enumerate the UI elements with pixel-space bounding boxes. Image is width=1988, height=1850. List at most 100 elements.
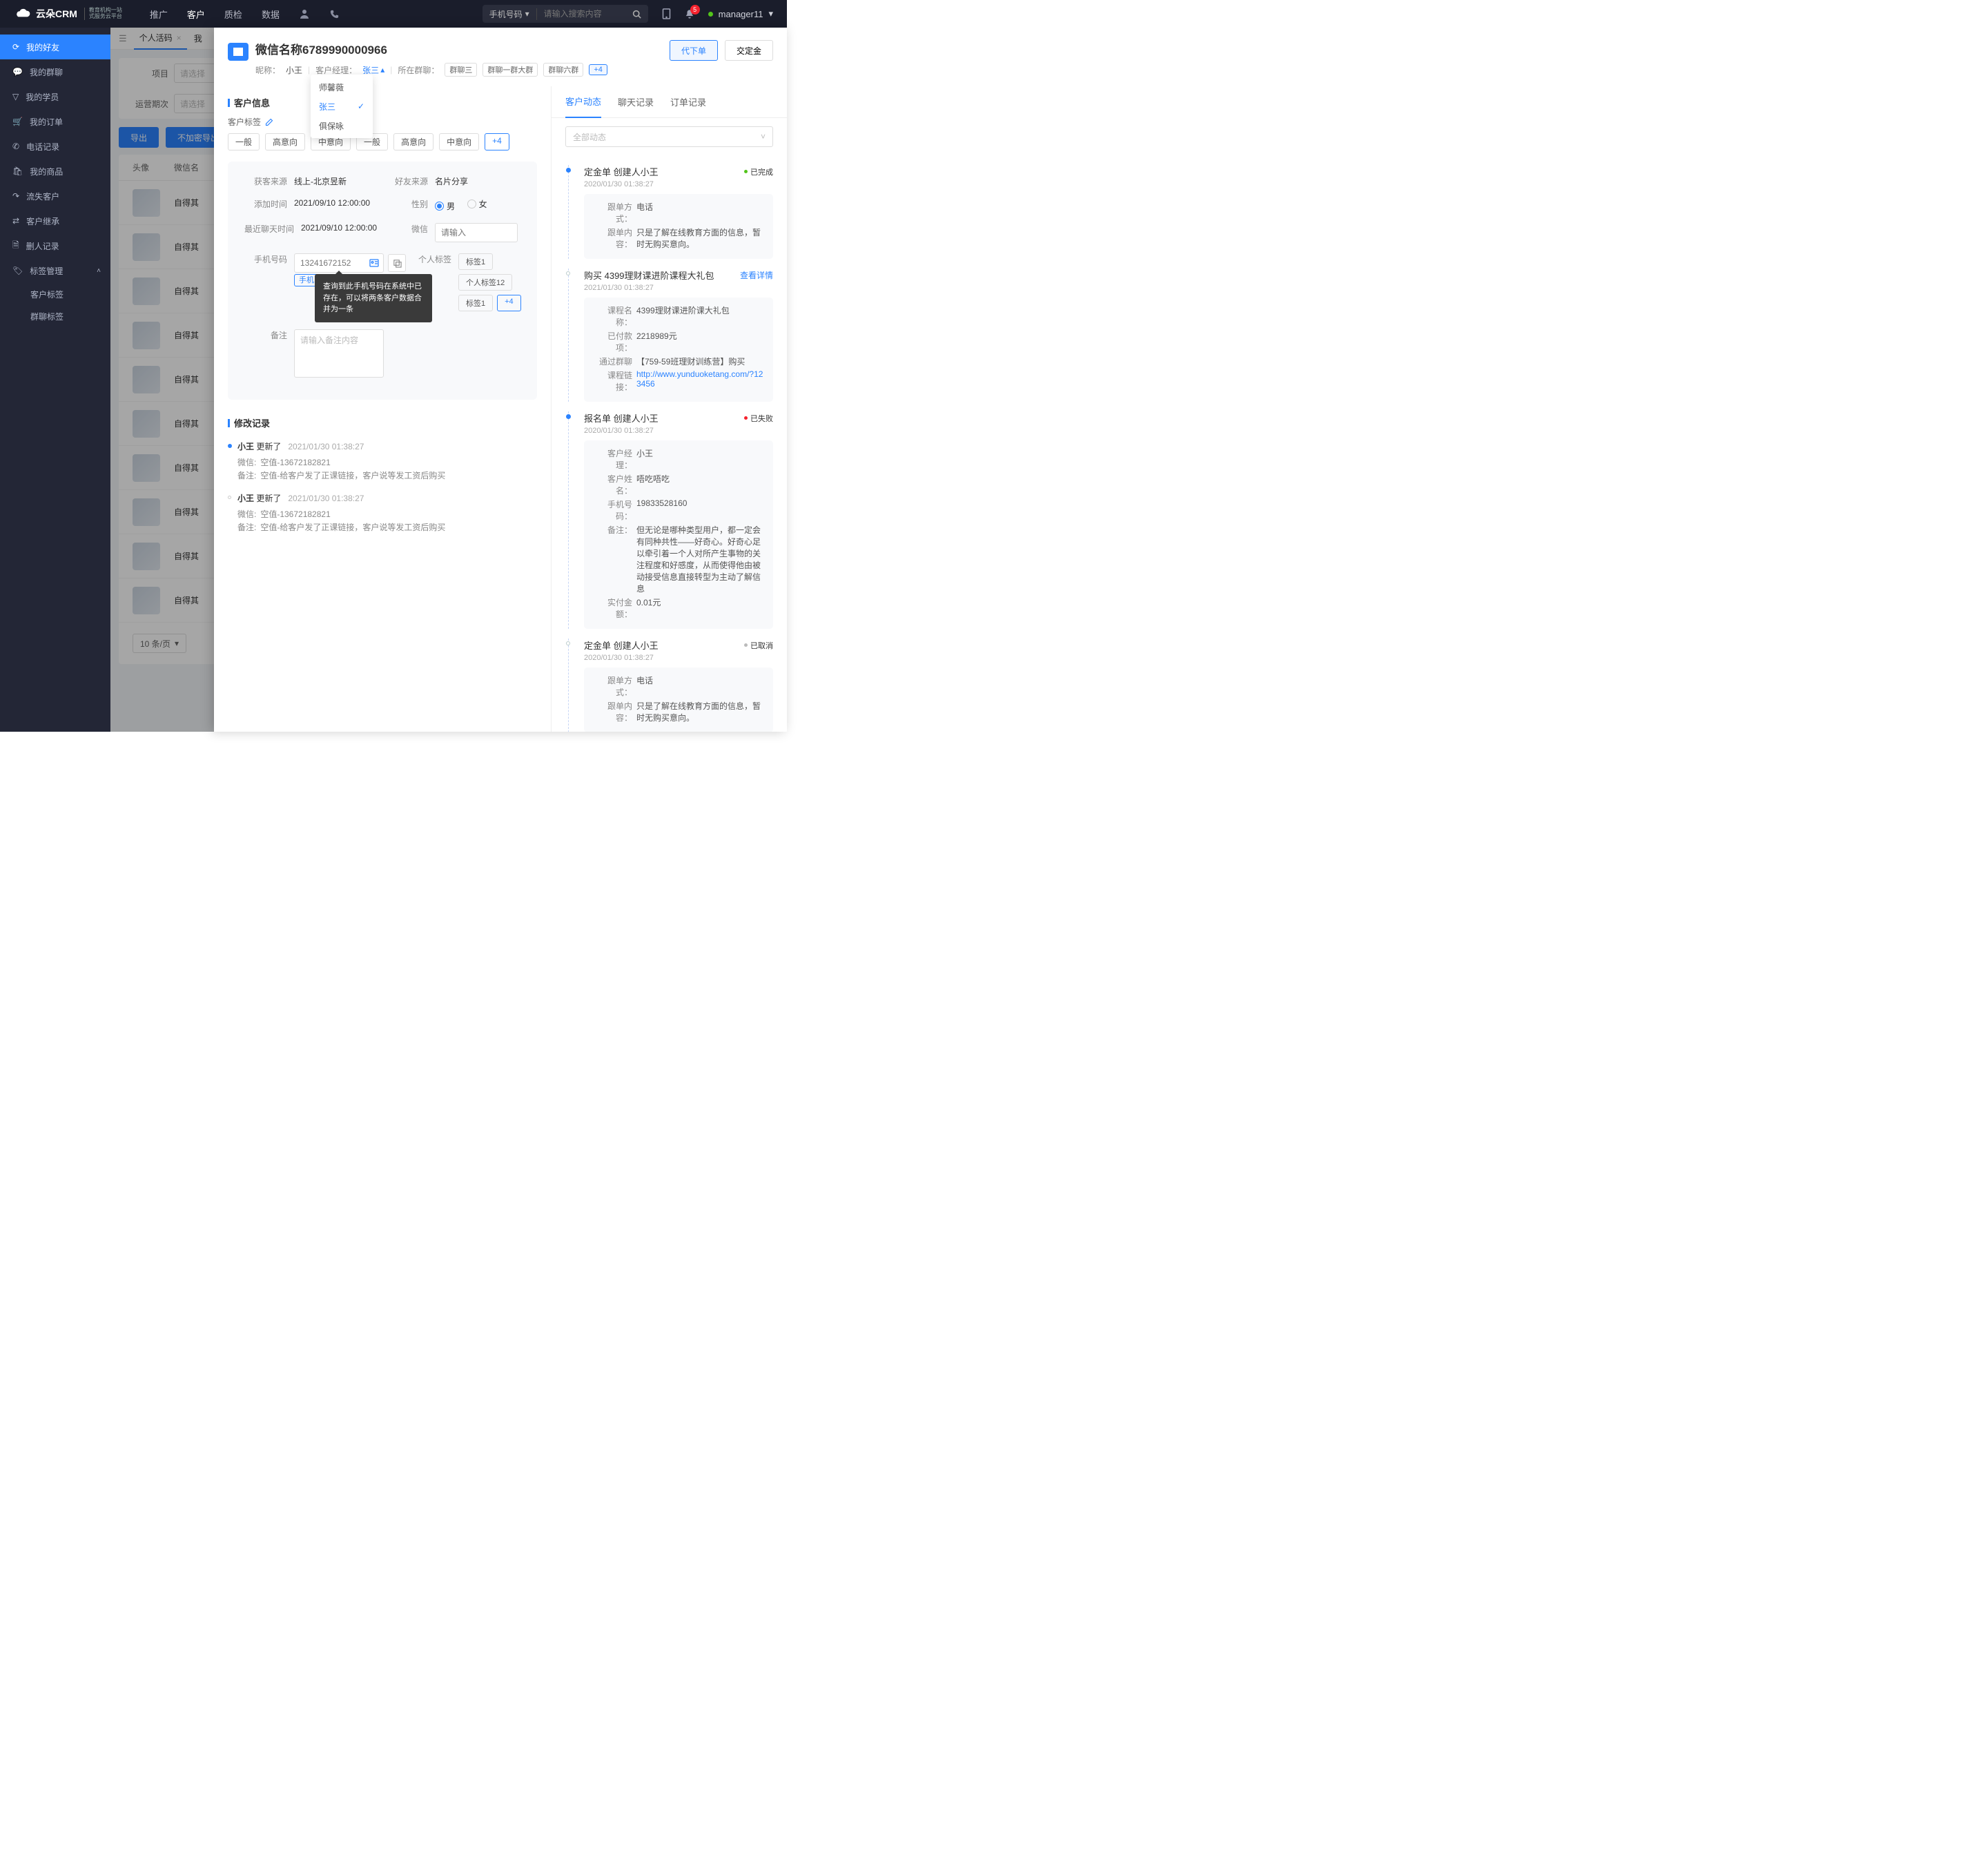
proxy-order-button[interactable]: 代下单: [670, 40, 718, 61]
edit-icon[interactable]: [265, 118, 273, 126]
user-menu[interactable]: manager11 ▾: [708, 8, 773, 19]
gender-female-radio[interactable]: 女: [467, 198, 487, 210]
sidebar-item-groups[interactable]: 💬我的群聊: [0, 59, 110, 84]
personal-tag-more[interactable]: +4: [497, 295, 521, 311]
timeline-item: 购买 4399理财课进阶课程大礼包查看详情2021/01/30 01:38:27…: [568, 269, 773, 402]
reload-icon: ⟳: [12, 42, 19, 52]
phone-number: 13241672152: [300, 258, 369, 268]
tab-chat[interactable]: 聊天记录: [618, 86, 654, 118]
logo[interactable]: 云朵CRM 教育机构一站式服务云平台: [14, 7, 122, 21]
customer-tag[interactable]: 高意向: [393, 133, 433, 150]
tab-activity[interactable]: 客户动态: [565, 86, 601, 118]
ptag-label: 个人标签: [406, 253, 451, 265]
deposit-button[interactable]: 交定金: [725, 40, 773, 61]
gender-male-radio[interactable]: 男: [435, 200, 455, 212]
manager-dropdown: 师馨薇 张三✓ 俱保咏: [311, 75, 373, 138]
personal-tag[interactable]: 标签1: [458, 253, 493, 270]
topbar: 云朵CRM 教育机构一站式服务云平台 推广 客户 质检 数据 手机号码▾ 5 m…: [0, 0, 787, 28]
phone-icon: ✆: [12, 142, 19, 151]
phone-label: 手机号码: [242, 253, 287, 265]
nav-qc[interactable]: 质检: [224, 8, 242, 21]
cust-tag-label: 客户标签: [228, 116, 261, 128]
nav-customer[interactable]: 客户: [187, 8, 205, 21]
tag-icon: 🏷: [12, 266, 23, 275]
group-more[interactable]: +4: [589, 64, 607, 75]
doc-icon: 🗎: [12, 239, 19, 253]
section-modrec: 修改记录: [234, 416, 270, 429]
friend-value: 名片分享: [435, 175, 468, 187]
gender-label: 性别: [382, 198, 428, 210]
timeline-dot-icon: [228, 444, 232, 448]
search-type-select[interactable]: 手机号码▾: [489, 8, 537, 20]
dropdown-option-selected[interactable]: 张三✓: [311, 97, 373, 116]
customer-tag-more[interactable]: +4: [485, 133, 509, 150]
check-icon: ✓: [358, 101, 364, 111]
mgr-select[interactable]: 张三 ▴: [362, 64, 384, 76]
personal-tag[interactable]: 个人标签12: [458, 274, 512, 291]
phone-merge-tooltip: 查询到此手机号码在系统中已存在，可以将两条客户数据合并为一条: [315, 274, 432, 322]
customer-tag[interactable]: 一般: [228, 133, 260, 150]
sidebar-sub-group-tags[interactable]: 群聊标签: [0, 305, 110, 327]
cart-icon: 🛒: [12, 117, 23, 126]
dropdown-option[interactable]: 俱保咏: [311, 116, 373, 135]
sidebar-item-inherit[interactable]: ⇄客户继承: [0, 208, 110, 233]
sidebar-item-lost[interactable]: ↷流失客户: [0, 184, 110, 208]
sidebar-item-orders[interactable]: 🛒我的订单: [0, 109, 110, 134]
wx-label: 微信: [382, 223, 428, 235]
timeline-dot-icon: [566, 168, 571, 173]
sidebar-item-calls[interactable]: ✆电话记录: [0, 134, 110, 159]
group-label: 所在群聊：: [398, 64, 439, 76]
dropdown-option[interactable]: 师馨薇: [311, 77, 373, 97]
group-chip[interactable]: 群聊一群大群: [483, 63, 538, 77]
group-chip[interactable]: 群聊六群: [543, 63, 583, 77]
export-icon: ↷: [12, 191, 19, 201]
chevron-down-icon: ˅: [761, 132, 766, 142]
addtime-label: 添加时间: [242, 198, 287, 210]
remark-label: 备注: [242, 329, 287, 341]
chevron-up-icon: ˄: [97, 267, 101, 275]
section-custinfo: 客户信息: [234, 96, 270, 109]
sidebar-item-students[interactable]: ▽我的学员: [0, 84, 110, 109]
search-icon[interactable]: [632, 10, 641, 19]
copy-button[interactable]: [388, 254, 406, 272]
group-chip[interactable]: 群聊三: [445, 63, 477, 77]
tab-orders[interactable]: 订单记录: [670, 86, 706, 118]
timeline-item: 定金单 创建人小王已完成2020/01/30 01:38:27跟单方式：电话跟单…: [568, 165, 773, 259]
mod-record: 小王 更新了2021/01/30 01:38:27微信: 空值-13672182…: [228, 440, 537, 481]
remark-textarea[interactable]: 请输入备注内容: [294, 329, 384, 378]
id-card-icon[interactable]: [369, 258, 379, 268]
logo-text: 云朵CRM: [36, 7, 77, 21]
customer-drawer: 微信名称6789990000966 昵称：小王 | 客户经理： 张三 ▴ | 所…: [214, 28, 787, 732]
cloud-logo-icon: [14, 8, 32, 20]
mod-record: 小王 更新了2021/01/30 01:38:27微信: 空值-13672182…: [228, 492, 537, 533]
lastchat-value: 2021/09/10 12:00:00: [301, 223, 377, 233]
nick-label: 昵称：: [255, 64, 280, 76]
timeline-item: 报名单 创建人小王已失败2020/01/30 01:38:27客户经理：小王客户…: [568, 411, 773, 629]
customer-tag[interactable]: 中意向: [439, 133, 479, 150]
view-detail-link[interactable]: 查看详情: [740, 269, 773, 281]
wechat-input[interactable]: [435, 223, 518, 242]
sidebar-item-friends[interactable]: ⟳我的好友: [0, 35, 110, 59]
search-box[interactable]: 手机号码▾: [483, 5, 648, 23]
sidebar-sub-customer-tags[interactable]: 客户标签: [0, 283, 110, 305]
sidebar-item-goods[interactable]: 🛍我的商品: [0, 159, 110, 184]
notification-badge: 5: [690, 5, 700, 14]
source-value: 线上-北京昱新: [294, 175, 347, 187]
mobile-icon[interactable]: [662, 8, 671, 19]
sidebar-item-delrec[interactable]: 🗎删人记录: [0, 233, 110, 258]
top-icons: 5: [662, 8, 694, 19]
chevron-down-icon: ▾: [768, 8, 773, 19]
sidebar-item-tags[interactable]: 🏷标签管理˄: [0, 258, 110, 283]
logo-subtitle: 教育机构一站式服务云平台: [84, 8, 122, 20]
activity-filter-select[interactable]: 全部动态˅: [565, 126, 773, 147]
user-icon[interactable]: [299, 8, 310, 21]
bell-icon[interactable]: 5: [685, 9, 694, 19]
phone-input[interactable]: 13241672152: [294, 253, 384, 273]
personal-tag[interactable]: 标签1: [458, 295, 493, 311]
nav-promote[interactable]: 推广: [150, 8, 168, 21]
customer-tag[interactable]: 高意向: [265, 133, 305, 150]
phone-icon[interactable]: [329, 8, 340, 21]
nav-data[interactable]: 数据: [262, 8, 280, 21]
search-input[interactable]: [544, 9, 627, 19]
chevron-up-icon: ▴: [380, 65, 384, 75]
